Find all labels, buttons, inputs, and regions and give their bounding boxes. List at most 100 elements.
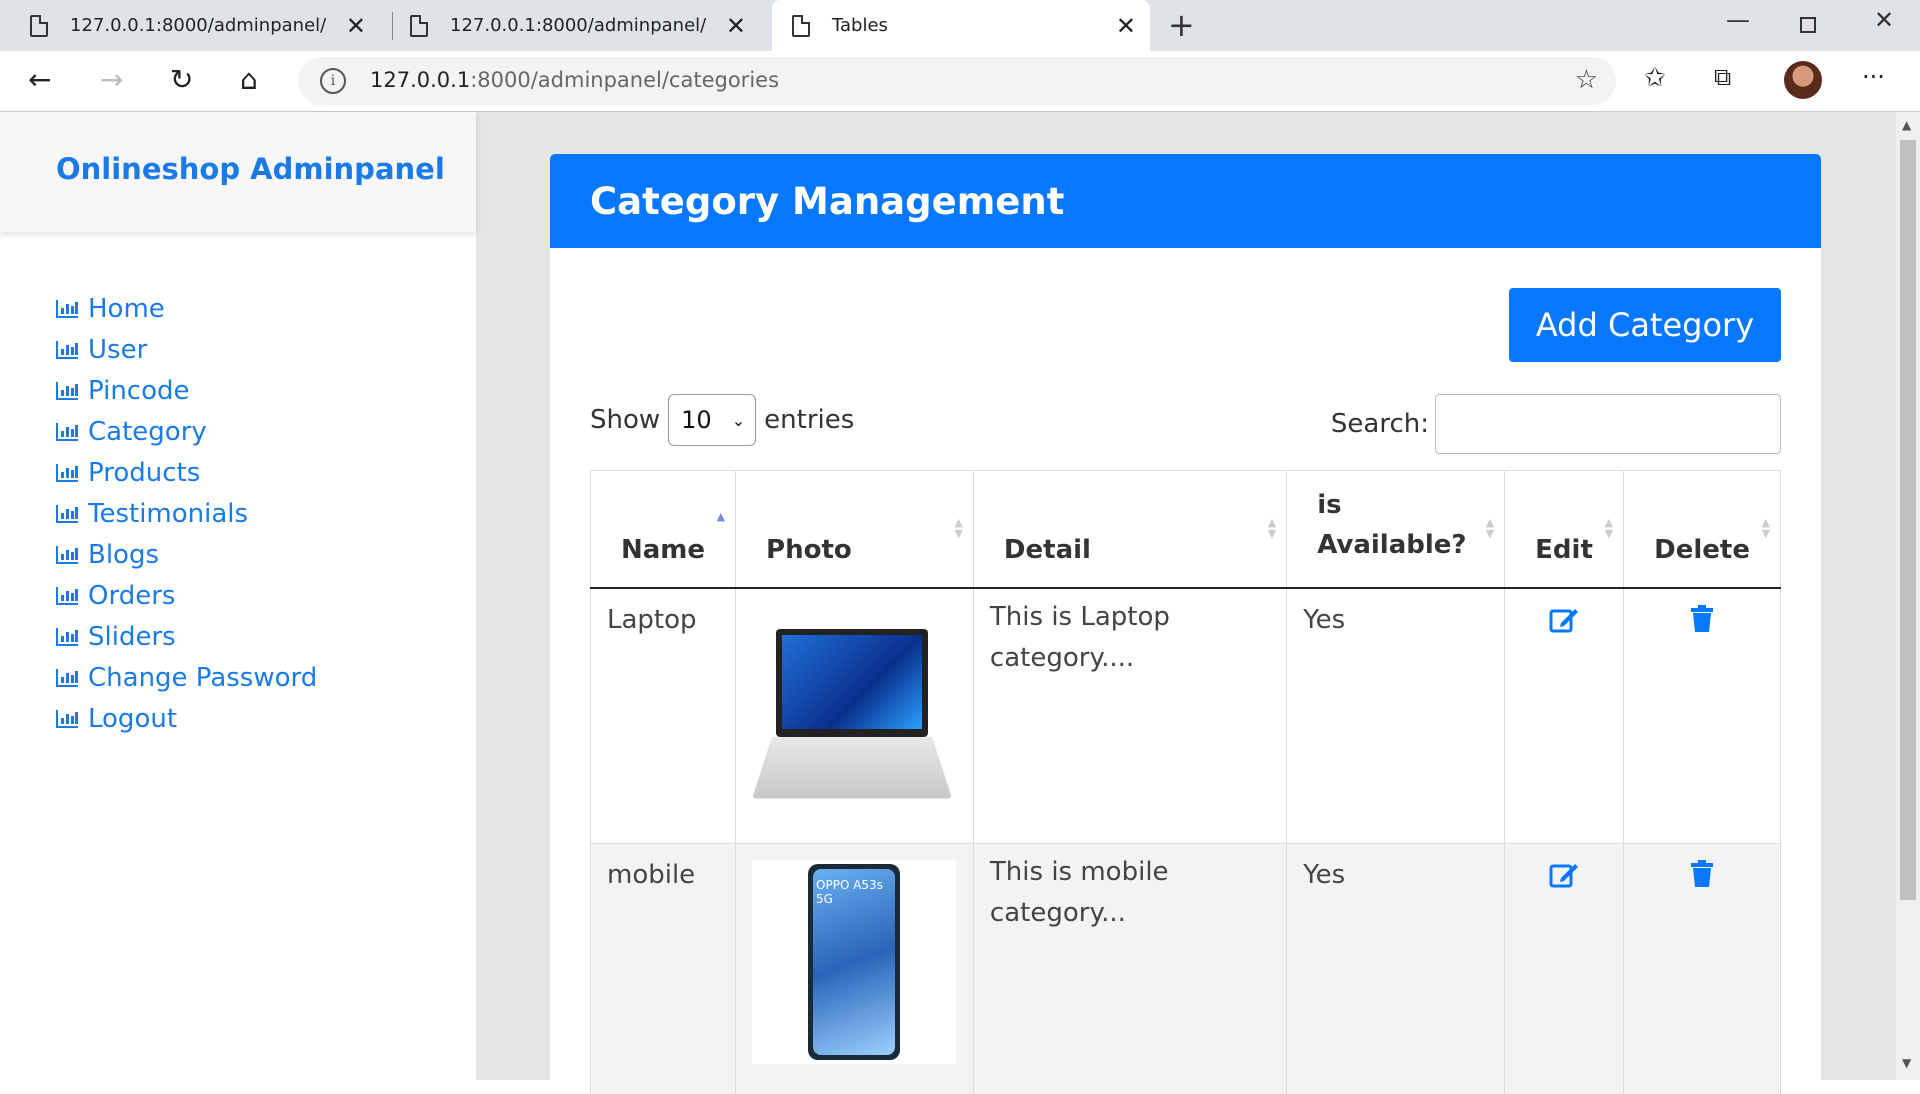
browser-tab-2[interactable]: 127.0.0.1:8000/adminpanel/ ✕ <box>410 0 760 51</box>
sidebar-item-category[interactable]: Category <box>56 411 317 452</box>
category-table: Name▲ Photo▲▼ Detail▲▼ is Available?▲▼ E… <box>590 470 1781 1094</box>
avatar[interactable] <box>1784 61 1822 99</box>
search-input[interactable] <box>1435 394 1781 454</box>
reload-icon[interactable]: ↻ <box>170 63 193 96</box>
tab-title: 127.0.0.1:8000/adminpanel/ <box>450 15 706 36</box>
scroll-up-icon[interactable]: ▲ <box>1902 118 1911 132</box>
browser-tab-bar: 127.0.0.1:8000/adminpanel/ ✕ 127.0.0.1:8… <box>0 0 1920 51</box>
address-bar[interactable]: i 127.0.0.1:8000/adminpanel/categories ☆ <box>298 57 1616 105</box>
close-icon[interactable]: ✕ <box>726 12 746 40</box>
table-row: mobile OPPO A53s 5G This is mobile categ… <box>591 844 1781 1094</box>
cell-edit <box>1505 588 1624 844</box>
brand-header: Onlineshop Adminpanel <box>0 112 476 232</box>
search-label: Search: <box>1331 409 1429 439</box>
edit-icon[interactable] <box>1549 860 1579 888</box>
sort-icon: ▲▼ <box>1268 517 1276 539</box>
sidebar-item-sliders[interactable]: Sliders <box>56 616 317 657</box>
vertical-scrollbar[interactable]: ▲ ▼ <box>1896 112 1920 1080</box>
add-category-button[interactable]: Add Category <box>1509 288 1781 362</box>
scroll-down-icon[interactable]: ▼ <box>1902 1056 1911 1070</box>
scrollbar-thumb[interactable] <box>1900 140 1916 900</box>
sidebar-item-user[interactable]: User <box>56 329 317 370</box>
sidebar-item-home[interactable]: Home <box>56 288 317 329</box>
show-label: Show <box>590 405 660 435</box>
cell-name: Laptop <box>591 588 736 844</box>
more-icon[interactable]: ··· <box>1862 63 1885 91</box>
info-icon[interactable]: i <box>320 68 346 94</box>
bar-chart-icon <box>56 546 78 564</box>
sidebar-item-testimonials[interactable]: Testimonials <box>56 493 317 534</box>
favorites-icon[interactable]: ✩ <box>1644 63 1666 93</box>
bar-chart-icon <box>56 669 78 687</box>
new-tab-icon[interactable]: + <box>1168 6 1195 44</box>
close-icon[interactable]: ✕ <box>346 12 366 40</box>
browser-tab-1[interactable]: 127.0.0.1:8000/adminpanel/ ✕ <box>30 0 380 51</box>
page-icon <box>410 15 428 37</box>
back-icon[interactable]: ← <box>28 63 51 96</box>
trash-icon[interactable] <box>1690 605 1714 633</box>
bar-chart-icon <box>56 710 78 728</box>
forward-icon[interactable]: → <box>100 63 123 96</box>
sort-asc-icon: ▲ <box>717 511 725 522</box>
edit-icon[interactable] <box>1549 605 1579 633</box>
sidebar-item-pincode[interactable]: Pincode <box>56 370 317 411</box>
tab-title: Tables <box>832 15 888 36</box>
page-content: Onlineshop Adminpanel Home User Pincode … <box>0 112 1920 1080</box>
cell-detail: This is Laptop category.... <box>973 588 1286 844</box>
close-icon[interactable]: ✕ <box>1116 12 1136 40</box>
entries-select[interactable]: 10 ⌄ <box>668 394 756 446</box>
bar-chart-icon <box>56 628 78 646</box>
laptop-photo <box>752 629 952 799</box>
minimize-icon[interactable]: — <box>1726 6 1750 34</box>
sidebar-item-blogs[interactable]: Blogs <box>56 534 317 575</box>
sidebar-item-orders[interactable]: Orders <box>56 575 317 616</box>
column-header-delete[interactable]: Delete▲▼ <box>1624 471 1781 588</box>
maximize-icon[interactable] <box>1800 17 1816 33</box>
cell-photo: OPPO A53s 5G <box>736 844 974 1094</box>
column-header-available[interactable]: is Available?▲▼ <box>1287 471 1505 588</box>
entries-label: entries <box>764 405 854 435</box>
brand-title[interactable]: Onlineshop Adminpanel <box>56 152 445 186</box>
entries-length-control: Show 10 ⌄ entries <box>590 394 854 446</box>
column-header-name[interactable]: Name▲ <box>591 471 736 588</box>
column-header-photo[interactable]: Photo▲▼ <box>736 471 974 588</box>
category-card: Category Management Add Category Show 10… <box>550 154 1821 1094</box>
sidebar-item-logout[interactable]: Logout <box>56 698 317 739</box>
sidebar-item-change-password[interactable]: Change Password <box>56 657 317 698</box>
add-favorite-icon[interactable]: ☆ <box>1575 65 1598 95</box>
cell-available: Yes <box>1287 844 1505 1094</box>
bar-chart-icon <box>56 300 78 318</box>
bar-chart-icon <box>56 423 78 441</box>
column-header-detail[interactable]: Detail▲▼ <box>973 471 1286 588</box>
cell-detail: This is mobile category... <box>973 844 1286 1094</box>
tab-divider <box>392 12 393 40</box>
window-close-icon[interactable]: ✕ <box>1874 6 1894 34</box>
bar-chart-icon <box>56 505 78 523</box>
home-icon[interactable]: ⌂ <box>240 63 258 96</box>
cell-name: mobile <box>591 844 736 1094</box>
chevron-down-icon: ⌄ <box>732 411 745 430</box>
sort-icon: ▲▼ <box>1605 517 1613 539</box>
cell-delete <box>1624 588 1781 844</box>
browser-toolbar: ← → ↻ ⌂ i 127.0.0.1:8000/adminpanel/cate… <box>0 51 1920 112</box>
table-header-row: Name▲ Photo▲▼ Detail▲▼ is Available?▲▼ E… <box>591 471 1781 588</box>
bar-chart-icon <box>56 464 78 482</box>
browser-tab-3[interactable]: Tables ✕ <box>772 0 1150 51</box>
page-icon <box>30 15 48 37</box>
cell-delete <box>1624 844 1781 1094</box>
cell-photo <box>736 588 974 844</box>
trash-icon[interactable] <box>1690 860 1714 888</box>
table-search: Search: <box>1331 394 1781 454</box>
page-icon <box>792 15 810 37</box>
cell-available: Yes <box>1287 588 1505 844</box>
url-text[interactable]: 127.0.0.1:8000/adminpanel/categories <box>370 68 779 92</box>
card-header: Category Management <box>550 154 1821 248</box>
sort-icon: ▲▼ <box>1486 517 1494 539</box>
sidebar-item-products[interactable]: Products <box>56 452 317 493</box>
table-row: Laptop This is Laptop category.... Yes <box>591 588 1781 844</box>
sidebar: Onlineshop Adminpanel Home User Pincode … <box>0 112 476 1080</box>
page-title: Category Management <box>590 180 1064 223</box>
collections-icon[interactable]: ⧉ <box>1714 63 1731 91</box>
bar-chart-icon <box>56 587 78 605</box>
column-header-edit[interactable]: Edit▲▼ <box>1505 471 1624 588</box>
